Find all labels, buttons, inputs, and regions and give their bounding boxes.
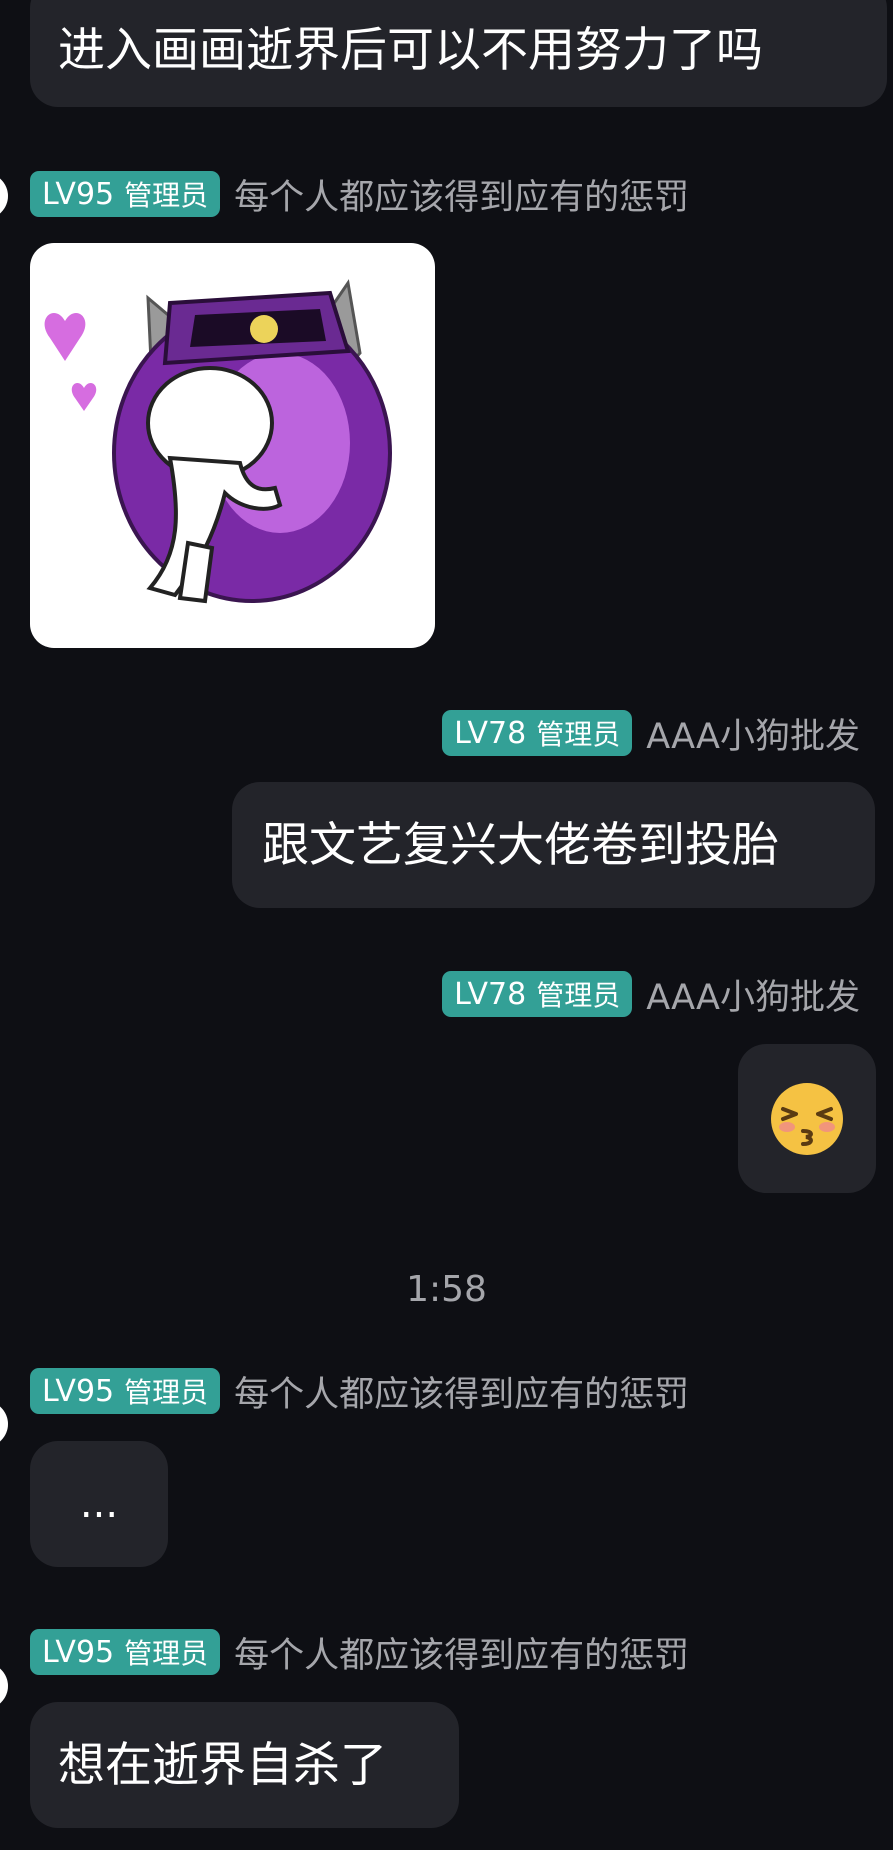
purple-helmet-hug-sticker-icon bbox=[44, 279, 392, 604]
sender-name[interactable]: 每个人都应该得到应有的惩罚 bbox=[234, 169, 689, 220]
message-meta: LV95 管理员 每个人都应该得到应有的惩罚 bbox=[30, 169, 689, 220]
message-text: ... bbox=[79, 1481, 119, 1527]
role-label: 管理员 bbox=[124, 179, 209, 212]
message-text: 想在逝界自杀了 bbox=[58, 1737, 387, 1793]
role-label: 管理员 bbox=[536, 979, 621, 1012]
message-meta: LV95 管理员 每个人都应该得到应有的惩罚 bbox=[30, 1627, 689, 1678]
level-label: LV95 bbox=[42, 176, 115, 212]
sticker-image[interactable] bbox=[30, 243, 435, 648]
sender-name[interactable]: 每个人都应该得到应有的惩罚 bbox=[234, 1366, 689, 1417]
role-label: 管理员 bbox=[124, 1637, 209, 1670]
sender-name[interactable]: 每个人都应该得到应有的惩罚 bbox=[234, 1627, 689, 1678]
avatar[interactable] bbox=[0, 1663, 8, 1709]
avatar[interactable] bbox=[0, 1401, 8, 1447]
level-label: LV78 bbox=[454, 715, 527, 751]
level-badge: LV78 管理员 bbox=[442, 971, 633, 1017]
chat-screen: 进入画画逝界后可以不用努力了吗 LV95 管理员 每个人都应该得到应有的惩罚 L… bbox=[0, 0, 893, 1850]
message-bubble[interactable]: 跟文艺复兴大佬卷到投胎 bbox=[232, 782, 875, 908]
message-bubble[interactable]: ... bbox=[30, 1441, 168, 1567]
sender-name[interactable]: AAA小狗批发 bbox=[646, 708, 860, 759]
level-label: LV78 bbox=[454, 976, 527, 1012]
level-badge: LV95 管理员 bbox=[30, 1368, 221, 1414]
level-label: LV95 bbox=[42, 1373, 115, 1409]
message-meta: LV78 管理员 AAA小狗批发 bbox=[442, 708, 860, 759]
message-bubble[interactable]: 进入画画逝界后可以不用努力了吗 bbox=[30, 0, 887, 107]
level-label: LV95 bbox=[42, 1634, 115, 1670]
level-badge: LV95 管理员 bbox=[30, 171, 221, 217]
level-badge: LV78 管理员 bbox=[442, 710, 633, 756]
timestamp: 1:58 bbox=[406, 1269, 487, 1310]
kissing-face-emoji bbox=[771, 1082, 843, 1155]
message-text: 进入画画逝界后可以不用努力了吗 bbox=[58, 23, 763, 78]
role-label: 管理员 bbox=[536, 718, 621, 751]
message-bubble[interactable]: 想在逝界自杀了 bbox=[30, 1702, 459, 1828]
message-meta: LV78 管理员 AAA小狗批发 bbox=[442, 969, 860, 1020]
level-badge: LV95 管理员 bbox=[30, 1629, 221, 1675]
message-meta: LV95 管理员 每个人都应该得到应有的惩罚 bbox=[30, 1366, 689, 1417]
message-text: 跟文艺复兴大佬卷到投胎 bbox=[262, 817, 779, 873]
message-bubble[interactable] bbox=[738, 1044, 876, 1193]
sender-name[interactable]: AAA小狗批发 bbox=[646, 969, 860, 1020]
avatar[interactable] bbox=[0, 173, 8, 219]
role-label: 管理员 bbox=[124, 1376, 209, 1409]
